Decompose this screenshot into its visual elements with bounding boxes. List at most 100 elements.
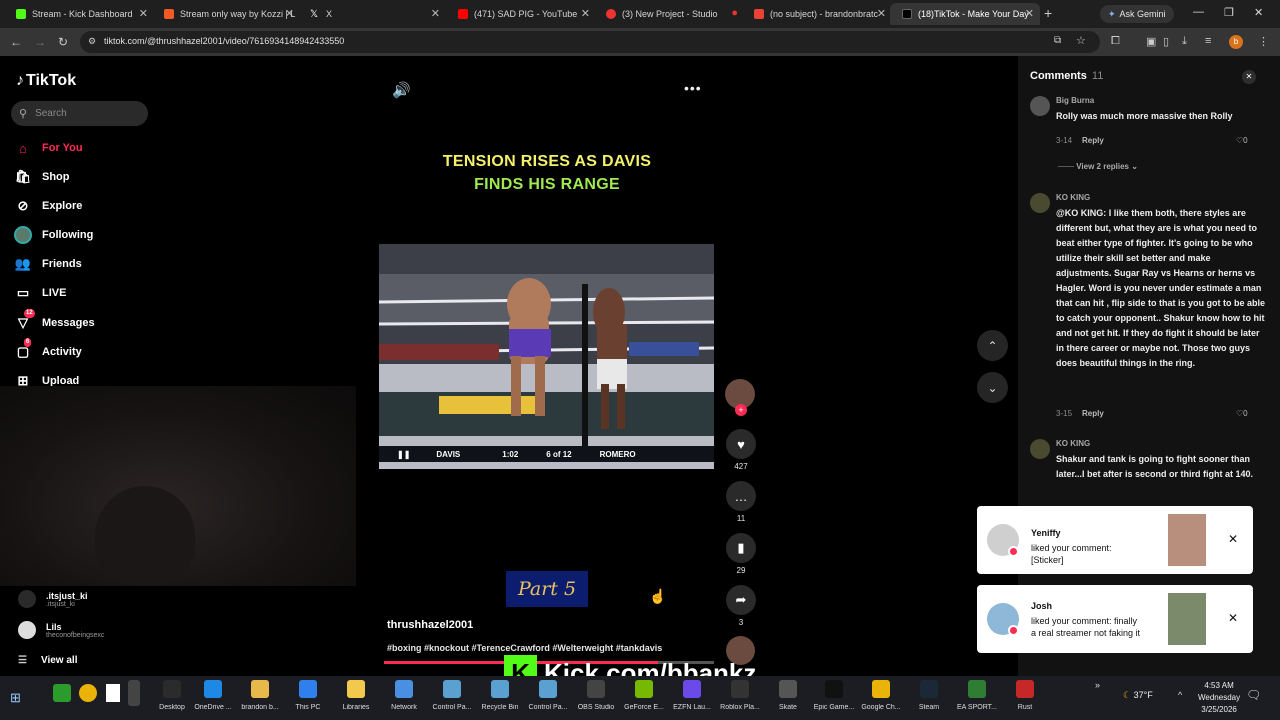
taskbar-item[interactable]: OneDrive ... <box>190 680 236 711</box>
back-icon[interactable]: ← <box>10 35 22 49</box>
chrome-icon[interactable] <box>79 684 97 702</box>
tab-gmail[interactable]: (no subject) - brandonbratc ✕ <box>742 3 892 25</box>
volume-icon[interactable]: 🔊 <box>392 81 411 99</box>
sidebar-item-live[interactable]: ▭ LIVE <box>14 283 67 303</box>
tab-tiktok[interactable]: (18)TikTok - Make Your Day ✕ <box>890 3 1040 25</box>
taskbar-item[interactable]: GeForce E... <box>621 680 667 711</box>
scroll-arrows-icon[interactable] <box>128 680 140 706</box>
tray-chevron-icon[interactable]: ^ <box>1178 690 1182 700</box>
sidebar-item-shop[interactable]: 🛍 Shop <box>14 167 70 187</box>
close-icon[interactable]: ✕ <box>139 7 148 20</box>
taskbar-item[interactable]: OBS Studio <box>573 680 619 711</box>
taskbar-item[interactable]: Epic Game... <box>811 680 857 711</box>
taskbar-item[interactable]: Desktop <box>149 680 195 711</box>
close-icon[interactable]: ✕ <box>877 7 886 20</box>
overflow-chevron-icon[interactable]: » <box>1095 680 1100 690</box>
sidebar-item-friends[interactable]: 👥 Friends <box>14 254 82 274</box>
extensions-icon[interactable]: ⧠ <box>1111 35 1120 48</box>
new-tab-button[interactable]: + <box>1044 5 1052 21</box>
taskbar-item[interactable]: Google Ch... <box>858 680 904 711</box>
view-all-link[interactable]: ☰ View all <box>18 655 77 666</box>
url-text[interactable]: tiktok.com/@thrushhazel2001/video/761693… <box>104 36 344 46</box>
next-video-button[interactable]: ⌄ <box>977 372 1008 403</box>
notification-toast[interactable]: Yeniffy liked your comment: [Sticker] ✕ <box>977 506 1253 574</box>
close-icon[interactable]: ✕ <box>285 7 294 20</box>
reload-icon[interactable]: ↻ <box>58 35 68 49</box>
profile-avatar[interactable]: b <box>1229 35 1243 49</box>
taskbar-item[interactable]: Steam <box>906 680 952 711</box>
comment-like-button[interactable]: ♡0 <box>1236 409 1248 418</box>
site-info-icon[interactable]: ⚙ <box>88 36 96 47</box>
taskbar-item[interactable]: Control Pa... <box>525 680 571 711</box>
tab-youtube[interactable]: (471) SAD PIG - YouTube ✕ <box>446 3 596 25</box>
like-button[interactable]: ♥ 427 <box>725 429 757 471</box>
window-close-icon[interactable]: ✕ <box>1254 6 1263 19</box>
tab-search-icon[interactable]: ▣ <box>1146 35 1156 48</box>
media-icon[interactable]: ≡ <box>1205 35 1211 47</box>
tab-kick-dashboard[interactable]: Stream - Kick Dashboard ✕ <box>4 3 154 25</box>
taskbar-item[interactable]: Skate <box>765 680 811 711</box>
notification-center-icon[interactable]: 🗨 <box>1246 688 1261 702</box>
tab-x[interactable]: 𝕏 X ✕ <box>298 3 446 25</box>
taskbar-item[interactable]: brandon b... <box>237 680 283 711</box>
document-icon[interactable] <box>106 684 120 702</box>
download-icon[interactable]: ⤓ <box>1182 35 1187 48</box>
sidebar-item-for-you[interactable]: ⌂ For You <box>14 138 82 158</box>
share-button[interactable]: ➦ 3 <box>725 585 757 627</box>
sidebar-item-messages[interactable]: ▽ 12 Messages <box>14 309 95 333</box>
forward-icon[interactable]: → <box>34 35 46 49</box>
follow-plus-icon[interactable]: + <box>735 404 747 416</box>
comment-button[interactable]: … 11 <box>725 481 757 523</box>
address-bar[interactable]: ⚙ tiktok.com/@thrushhazel2001/video/7616… <box>80 31 1100 53</box>
sidebar-item-activity[interactable]: ▢ 6 Activity <box>14 338 82 362</box>
taskbar-item[interactable]: EA SPORT... <box>954 680 1000 711</box>
video-hashtags[interactable]: #boxing #knockout #TerenceCrawford #Welt… <box>387 643 662 653</box>
taskbar-item[interactable]: Recycle Bin <box>477 680 523 711</box>
ask-gemini-button[interactable]: ✦ Ask Gemini <box>1100 5 1174 23</box>
minimize-icon[interactable]: — <box>1193 6 1204 18</box>
comment-author[interactable]: KO KING <box>1056 439 1090 448</box>
comment-author[interactable]: KO KING <box>1056 193 1090 202</box>
previous-video-button[interactable]: ⌃ <box>977 330 1008 361</box>
tab-studio[interactable]: (3) New Project - Studio ● <box>594 3 744 25</box>
bookmark-star-icon[interactable]: ☆ <box>1076 34 1086 47</box>
taskbar-item[interactable]: Control Pa... <box>429 680 475 711</box>
search-input[interactable]: ⚲ Search <box>11 101 148 126</box>
close-icon[interactable]: ✕ <box>581 7 590 20</box>
xbox-icon[interactable] <box>53 684 71 702</box>
sidebar-item-explore[interactable]: ⊘ Explore <box>14 196 83 216</box>
close-icon[interactable]: ✕ <box>1228 532 1238 546</box>
taskbar-item[interactable]: Rust <box>1002 680 1048 711</box>
following-account[interactable]: Lils theconofbeingsexc <box>18 621 104 639</box>
reply-button[interactable]: Reply <box>1082 409 1104 418</box>
video-player[interactable]: ❚❚ DAVIS 1:02 6 of 12 ROMERO <box>379 244 714 469</box>
avatar[interactable] <box>1030 439 1050 459</box>
avatar[interactable] <box>1030 193 1050 213</box>
close-icon[interactable]: ✕ <box>431 7 440 20</box>
save-button[interactable]: ▮ 29 <box>725 533 757 575</box>
taskbar-item[interactable]: This PC <box>285 680 331 711</box>
taskbar-item[interactable]: Libraries <box>333 680 379 711</box>
reply-button[interactable]: Reply <box>1082 136 1104 145</box>
close-icon[interactable]: ✕ <box>1025 7 1034 20</box>
tiktok-logo[interactable]: ♪ TikTok <box>16 72 76 90</box>
avatar[interactable] <box>1030 96 1050 116</box>
restore-icon[interactable]: ❐ <box>1224 6 1234 19</box>
more-options-icon[interactable]: ••• <box>684 80 702 96</box>
video-author[interactable]: thrushhazel2001 <box>387 619 473 631</box>
sidebar-item-following[interactable]: Following <box>14 225 93 245</box>
menu-kebab-icon[interactable]: ⋮ <box>1258 35 1269 48</box>
notification-toast[interactable]: Josh liked your comment: finally a real … <box>977 585 1253 653</box>
windows-start-icon[interactable]: ⊞ <box>10 690 21 706</box>
weather-widget[interactable]: ☾ 37°F <box>1123 690 1153 701</box>
close-icon[interactable]: ✕ <box>1228 611 1238 625</box>
tab-soundcloud[interactable]: Stream only way by Kozzi | L ✕ <box>152 3 300 25</box>
taskbar-item[interactable]: Roblox Pla... <box>717 680 763 711</box>
following-account[interactable]: .itsjust_ki .itsjust_ki <box>18 590 88 608</box>
view-replies-button[interactable]: —— View 2 replies ⌄ <box>1058 162 1138 171</box>
install-app-icon[interactable]: ⧉ <box>1054 35 1061 46</box>
taskbar-item[interactable]: EZFN Lau... <box>669 680 715 711</box>
system-clock[interactable]: 4:53 AM Wednesday 3/25/2026 <box>1198 680 1240 716</box>
comment-author[interactable]: Big Burna <box>1056 96 1094 105</box>
taskbar-item[interactable]: Network <box>381 680 427 711</box>
